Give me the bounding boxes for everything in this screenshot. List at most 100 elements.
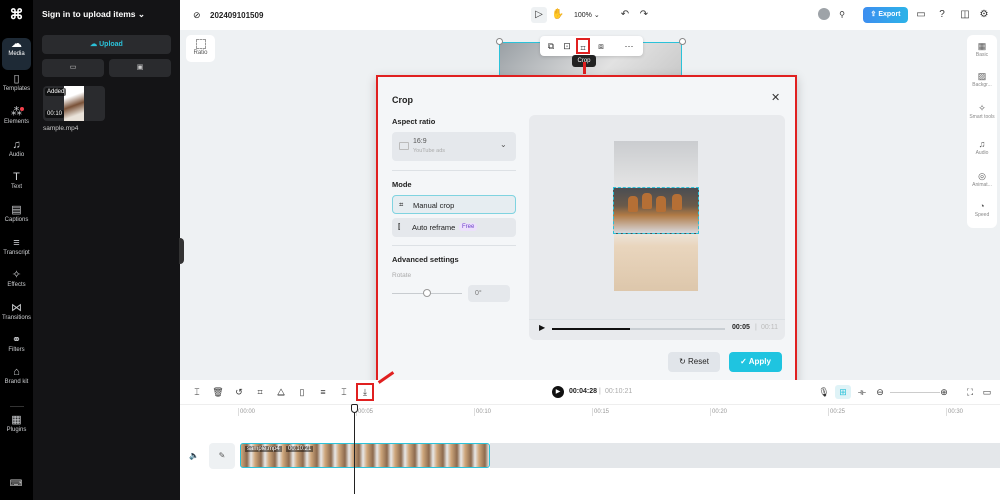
rail-item-templates[interactable]: ▯ Templates [0,73,33,105]
rotate-input[interactable]: 0° [468,285,510,302]
preview-progress-track[interactable] [552,328,725,330]
settings-icon[interactable]: ⚙ [977,7,991,23]
dog [642,193,652,209]
record-video-button[interactable]: ▭ [42,59,104,77]
download-icon[interactable]: ⤓ [356,383,374,401]
ratio-button[interactable]: Ratio [186,35,215,62]
link-icon[interactable]: ⟛ [855,385,869,399]
playhead[interactable] [354,404,355,494]
brand-kit-icon: ⌂ [13,366,20,378]
close-icon[interactable]: ✕ [771,91,780,104]
rotate-slider-handle[interactable] [423,289,431,297]
microphone-icon[interactable]: 🎙 [817,385,831,399]
mask-icon[interactable]: ⧈ [594,38,608,54]
crop-icon[interactable]: ⌗ [576,38,590,54]
reverse-icon[interactable]: ↺ [232,385,246,399]
rail-item-brand-kit[interactable]: ⌂ Brand kit [0,366,33,398]
upload-button[interactable]: ☁ Upload [42,35,171,54]
crop-icon[interactable]: ⌗ [253,385,267,399]
help-icon[interactable]: ? [935,7,949,23]
ruler-tick [946,408,947,416]
rail-item-filters[interactable]: ⚭ Filters [0,334,33,366]
edit-cover-icon[interactable]: ✎ [209,443,235,469]
mode-label: Mode [392,180,412,189]
rs-basic[interactable]: ▦ Basic [967,41,997,58]
crop-icon: ⌗ [399,200,404,209]
rail-item-captions[interactable]: ▤ Captions [0,204,33,236]
rail-item-transcript[interactable]: ≡ Transcript [0,237,33,269]
time-separator: | [599,388,601,395]
speed-icon: ◔ [979,201,985,211]
select-tool-icon[interactable]: ▷ [531,7,547,23]
more-icon[interactable]: ⋯ [622,38,636,54]
magnet-icon[interactable]: ⊞ [835,385,851,399]
play-icon[interactable]: ▶ [539,323,545,332]
invite-user-icon[interactable]: ⚲ [835,7,849,23]
media-item[interactable]: Added 00:10 [43,86,105,121]
rail-item-audio[interactable]: ♫ Audio [0,139,33,171]
mirror-icon[interactable]: ⧋ [274,385,288,399]
delete-icon[interactable]: 🗑 [211,385,225,399]
smart-split-icon[interactable]: ⌶ [337,385,351,399]
template-icon: ▯ [13,73,20,85]
rail-divider [10,406,24,407]
rail-item-transitions[interactable]: ⋈ Transitions [0,302,33,334]
sign-in-dropdown[interactable]: Sign in to upload items ⌄ [42,9,145,20]
rs-background[interactable]: ▨ Backgr... [967,71,997,88]
media-panel: Sign in to upload items ⌄ ☁ Upload ▭ ▣ A… [33,0,180,500]
dog [656,196,666,212]
keyboard-shortcuts-icon[interactable]: ⌨ [9,478,23,488]
zoom-dropdown[interactable]: 100% ⌄ [574,11,600,19]
track-audio-icon[interactable]: 🔈 [189,451,199,460]
replace-icon[interactable]: ⧉ [544,38,558,54]
undo-icon[interactable]: ↶ [618,7,632,23]
project-name[interactable]: 202409101509 [210,11,263,20]
auto-reframe-button[interactable]: ⫿ Auto reframe Free [392,218,516,237]
rail-item-elements[interactable]: ⁂ Elements [0,106,33,138]
project-icon: ⊘ [193,10,201,20]
collapse-panel-handle[interactable] [179,238,184,264]
timeline-play-button[interactable]: ▶ [552,386,564,398]
freeze-icon[interactable]: ▯ [295,385,309,399]
video-clip[interactable]: sample.mp4 00:10:21 [240,443,490,468]
rail-item-media[interactable]: ☁ Media [2,38,31,70]
reset-button[interactable]: ↻ Reset [668,352,720,372]
timeline-ruler[interactable]: 00:00 00:05 00:10 00:15 00:20 00:25 00:30 [180,404,1000,420]
rs-speed[interactable]: ◔ Speed [967,201,997,218]
ruler-tick-label: 00:15 [594,409,610,415]
crop-selection-box[interactable] [613,187,699,234]
zoom-out-icon[interactable]: ⊖ [873,385,887,399]
rs-smart-tools[interactable]: ✧ Smart tools [967,103,997,120]
apply-button[interactable]: ✓ Apply [729,352,782,372]
redo-icon[interactable]: ↷ [637,7,651,23]
rail-item-text[interactable]: T Text [0,171,33,203]
fit-icon[interactable]: ⊡ [560,38,574,54]
music-icon: ♫ [978,139,986,149]
dog [628,196,638,212]
manual-crop-button[interactable]: ⌗ Manual crop [392,195,516,214]
split-icon[interactable]: ⌶ [190,385,204,399]
avatar[interactable] [818,8,830,20]
layout-icon[interactable]: ◫ [958,7,972,23]
playhead-handle[interactable] [351,404,358,413]
resize-handle[interactable] [679,38,686,45]
fullscreen-icon[interactable]: ⛶ [963,385,977,399]
zoom-in-icon[interactable]: ⊕ [937,385,951,399]
aspect-ratio-select[interactable]: 16:9 YouTube ads ⌄ [392,132,516,161]
basic-icon: ▦ [977,41,987,51]
rail-item-effects[interactable]: ✧ Effects [0,269,33,301]
record-screen-button[interactable]: ▣ [109,59,171,77]
zoom-slider[interactable] [890,392,940,393]
transcript-icon[interactable]: ≡ [316,385,330,399]
crop-preview: ▶ 00:05 | 00:11 [529,115,785,340]
hand-tool-icon[interactable]: ✋ [551,7,565,23]
rail-item-plugins[interactable]: ▦ Plugins [0,414,33,446]
ruler-tick-label: 00:05 [358,409,374,415]
comment-icon[interactable]: ▭ [980,385,994,399]
export-button[interactable]: ⇪ Export [863,7,908,23]
elements-icon: ⁂ [11,106,22,118]
resize-handle[interactable] [496,38,503,45]
feedback-icon[interactable]: ▭ [914,7,928,23]
rs-audio[interactable]: ♫ Audio [967,139,997,156]
rs-animation[interactable]: ◎ Animat... [967,171,997,188]
